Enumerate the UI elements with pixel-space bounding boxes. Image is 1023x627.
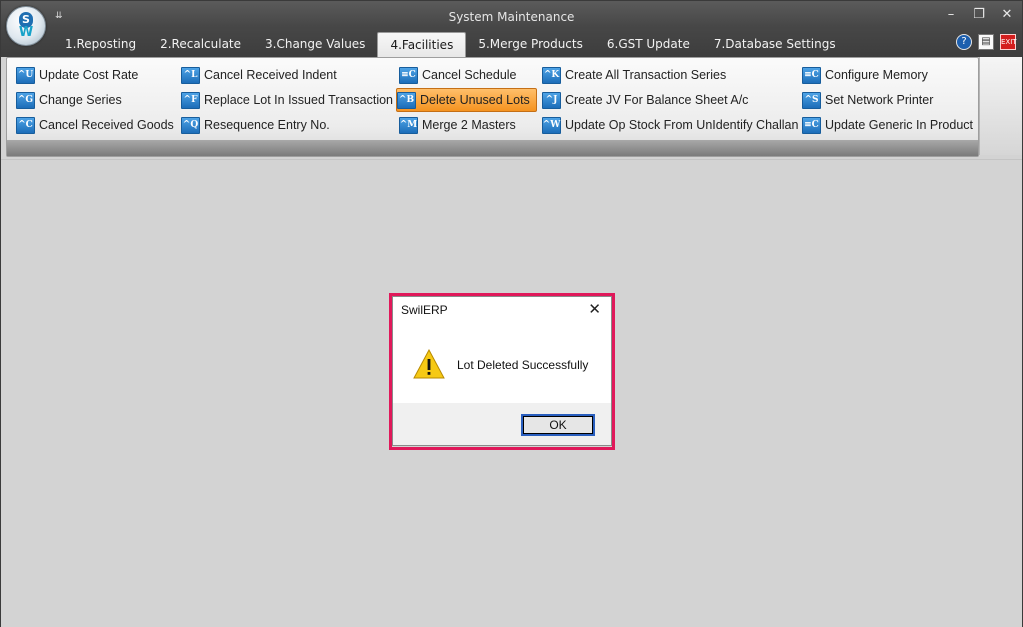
update-op-stock-icon: ^W — [542, 116, 561, 134]
set-network-printer-icon: ^S — [802, 91, 821, 109]
resequence-entry-button[interactable]: ^Q Resequence Entry No. — [181, 114, 330, 136]
update-op-stock-button[interactable]: ^W Update Op Stock From UnIdentify Chall… — [542, 114, 798, 136]
tab-merge-products[interactable]: 5.Merge Products — [466, 32, 595, 57]
update-op-stock-label: Update Op Stock From UnIdentify Challan — [565, 118, 799, 132]
replace-lot-button[interactable]: ^F Replace Lot In Issued Transaction — [181, 89, 393, 111]
update-cost-rate-button[interactable]: ^U Update Cost Rate — [16, 64, 138, 86]
change-series-label: Change Series — [39, 93, 122, 107]
ribbon-panel: ^U Update Cost Rate ^G Change Series ^C … — [6, 57, 979, 157]
dialog-close-icon[interactable]: ✕ — [588, 300, 601, 318]
app-window: S W ⇊ System Maintenance – ❐ ✕ 1.Reposti… — [0, 0, 1023, 627]
configure-memory-label: Configure Memory — [825, 68, 928, 82]
tab-database-settings[interactable]: 7.Database Settings — [702, 32, 848, 57]
update-generic-in-product-button[interactable]: ≡C Update Generic In Product — [802, 114, 973, 136]
update-cost-rate-icon: ^U — [16, 66, 35, 84]
cancel-schedule-button[interactable]: ≡C Cancel Schedule — [399, 64, 517, 86]
tab-facilities[interactable]: 4.Facilities — [377, 32, 467, 58]
set-network-printer-label: Set Network Printer — [825, 93, 934, 107]
window-controls: – ❐ ✕ — [944, 7, 1014, 22]
ribbon-tabs: 1.Reposting 2.Recalculate 3.Change Value… — [53, 32, 848, 58]
exit-icon[interactable]: EXIT — [1000, 34, 1017, 50]
cancel-received-indent-label: Cancel Received Indent — [204, 68, 337, 82]
help-icon[interactable]: ? — [956, 34, 972, 50]
ribbon-side-panel — [979, 57, 1022, 155]
set-network-printer-button[interactable]: ^S Set Network Printer — [802, 89, 933, 111]
create-all-transaction-series-button[interactable]: ^K Create All Transaction Series — [542, 64, 726, 86]
update-generic-in-product-icon: ≡C — [802, 116, 821, 134]
close-button[interactable]: ✕ — [1000, 7, 1014, 22]
delete-unused-lots-icon: ^B — [397, 91, 416, 109]
cancel-received-indent-button[interactable]: ^L Cancel Received Indent — [181, 64, 337, 86]
tab-gst-update[interactable]: 6.GST Update — [595, 32, 702, 57]
update-generic-in-product-label: Update Generic In Product — [825, 118, 973, 132]
delete-unused-lots-button[interactable]: ^B Delete Unused Lots — [396, 88, 537, 112]
document-icon[interactable]: ▤ — [978, 34, 994, 50]
merge-2-masters-label: Merge 2 Masters — [422, 118, 516, 132]
resequence-entry-icon: ^Q — [181, 116, 200, 134]
configure-memory-icon: ≡C — [802, 66, 821, 84]
minimize-button[interactable]: – — [944, 7, 958, 22]
window-title: System Maintenance — [448, 10, 575, 24]
logo-mark: W — [18, 25, 34, 40]
change-series-button[interactable]: ^G Change Series — [16, 89, 122, 111]
resequence-entry-label: Resequence Entry No. — [204, 118, 330, 132]
tab-reposting[interactable]: 1.Reposting — [53, 32, 148, 57]
ok-button[interactable]: OK — [521, 414, 595, 436]
change-series-icon: ^G — [16, 91, 35, 109]
replace-lot-label: Replace Lot In Issued Transaction — [204, 93, 394, 107]
create-all-transaction-series-label: Create All Transaction Series — [565, 68, 727, 82]
create-all-transaction-series-icon: ^K — [542, 66, 561, 84]
merge-2-masters-icon: ^M — [399, 116, 418, 134]
warning-icon — [413, 349, 445, 379]
create-jv-balance-sheet-button[interactable]: ^J Create JV For Balance Sheet A/c — [542, 89, 748, 111]
cancel-schedule-label: Cancel Schedule — [422, 68, 517, 82]
dialog-message: Lot Deleted Successfully — [457, 358, 589, 372]
ribbon-footer — [7, 140, 978, 156]
title-bar: S W ⇊ System Maintenance – ❐ ✕ 1.Reposti… — [1, 1, 1022, 58]
create-jv-balance-sheet-label: Create JV For Balance Sheet A/c — [565, 93, 749, 107]
dialog-title: SwilERP — [401, 303, 448, 317]
create-jv-balance-sheet-icon: ^J — [542, 91, 561, 109]
header-icons: ? ▤ EXIT — [956, 34, 1017, 50]
cancel-received-indent-icon: ^L — [181, 66, 200, 84]
replace-lot-icon: ^F — [181, 91, 200, 109]
delete-unused-lots-label: Delete Unused Lots — [420, 93, 530, 107]
cancel-schedule-icon: ≡C — [399, 66, 418, 84]
tab-recalculate[interactable]: 2.Recalculate — [148, 32, 253, 57]
configure-memory-button[interactable]: ≡C Configure Memory — [802, 64, 928, 86]
cancel-received-goods-icon: ^C — [16, 116, 35, 134]
maximize-button[interactable]: ❐ — [972, 7, 986, 22]
cancel-received-goods-label: Cancel Received Goods — [39, 118, 174, 132]
cancel-received-goods-button[interactable]: ^C Cancel Received Goods — [16, 114, 174, 136]
merge-2-masters-button[interactable]: ^M Merge 2 Masters — [399, 114, 516, 136]
update-cost-rate-label: Update Cost Rate — [39, 68, 139, 82]
tab-change-values[interactable]: 3.Change Values — [253, 32, 377, 57]
